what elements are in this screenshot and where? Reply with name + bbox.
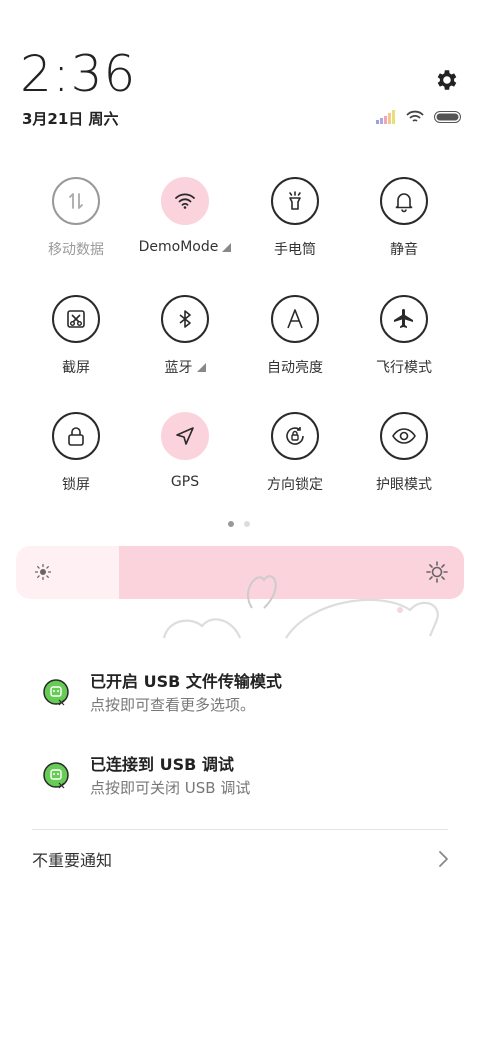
- clock: 2:36: [20, 45, 137, 103]
- rotation-lock-icon: [286, 427, 304, 445]
- bell-icon: [395, 193, 413, 213]
- tile-screenshot[interactable]: 截屏: [21, 295, 131, 391]
- notification-title: 已连接到 USB 调试: [90, 755, 234, 774]
- tile-gps[interactable]: GPS: [130, 412, 240, 508]
- notification-usb-debug[interactable]: 已连接到 USB 调试 点按即可关闭 USB 调试: [40, 751, 460, 811]
- eye-icon: [392, 428, 416, 444]
- mobile-data-icon: [69, 193, 83, 209]
- tile-label: 自动亮度: [267, 360, 323, 376]
- tile-airplane[interactable]: 飞行模式: [349, 295, 459, 391]
- notification-title: 已开启 USB 文件传输模式: [90, 672, 282, 691]
- tile-icon-bg: [161, 295, 209, 343]
- android-debug-icon: [43, 679, 69, 706]
- settings-button[interactable]: [430, 64, 462, 96]
- tile-icon-bg: [380, 177, 428, 225]
- flashlight-icon: [289, 191, 301, 210]
- tile-icon-bg: [52, 177, 100, 225]
- tile-icon-bg: [271, 177, 319, 225]
- tile-label: GPS: [170, 474, 200, 490]
- tile-icon-bg: [271, 412, 319, 460]
- tile-mobile-data[interactable]: 移动数据: [21, 177, 131, 273]
- tile-rotation-lock[interactable]: 方向锁定: [240, 412, 350, 508]
- auto-brightness-icon: [287, 309, 303, 329]
- tile-icon-bg: [52, 295, 100, 343]
- tile-label-text: DemoMode: [138, 239, 219, 255]
- tile-label: DemoMode: [139, 239, 232, 255]
- unimportant-notifications-label: 不重要通知: [32, 851, 113, 870]
- tile-icon-bg: [271, 295, 319, 343]
- android-debug-icon: [43, 762, 69, 789]
- tile-icon-bg: [380, 295, 428, 343]
- page-indicator: [228, 521, 250, 527]
- tile-label: 手电筒: [274, 242, 316, 258]
- brightness-low-icon: [34, 563, 52, 581]
- tile-bluetooth[interactable]: 蓝牙: [130, 295, 240, 391]
- control-center: 2:36 3月21日 周六 移动数据 DemoMode 手电筒 静音 截屏 蓝牙…: [0, 0, 480, 1040]
- date-label: 3月21日 周六: [22, 110, 119, 128]
- page-dot-active: [228, 521, 234, 527]
- expand-triangle-icon: [196, 362, 206, 372]
- lock-icon: [68, 427, 84, 446]
- notification-subtitle: 点按即可查看更多选项。: [90, 696, 256, 714]
- tile-label: 蓝牙: [165, 357, 206, 377]
- divider: [32, 829, 448, 830]
- bluetooth-icon: [179, 310, 191, 328]
- tile-flashlight[interactable]: 手电筒: [240, 177, 350, 273]
- unimportant-notifications-row[interactable]: 不重要通知: [32, 838, 450, 880]
- battery-icon: [434, 111, 461, 123]
- tile-icon-bg: [380, 412, 428, 460]
- tile-icon-bg: [161, 412, 209, 460]
- notification-usb-transfer[interactable]: 已开启 USB 文件传输模式 点按即可查看更多选项。: [40, 668, 460, 728]
- tile-label-text: 蓝牙: [164, 360, 193, 376]
- tile-icon-bg: [52, 412, 100, 460]
- screenshot-icon: [67, 310, 85, 328]
- tile-label: 静音: [390, 242, 418, 258]
- tile-mute[interactable]: 静音: [349, 177, 459, 273]
- gear-icon: [437, 70, 457, 90]
- tile-label: 锁屏: [62, 477, 90, 493]
- tile-auto-brightness[interactable]: 自动亮度: [240, 295, 350, 391]
- expand-triangle-icon: [222, 242, 232, 252]
- tile-label: 飞行模式: [376, 360, 432, 376]
- wifi-icon: [406, 110, 424, 122]
- status-bar: [376, 108, 462, 126]
- notification-subtitle: 点按即可关闭 USB 调试: [90, 779, 251, 797]
- wifi-icon: [175, 193, 195, 209]
- tile-label: 方向锁定: [267, 477, 323, 493]
- tile-eye-care[interactable]: 护眼模式: [349, 412, 459, 508]
- location-arrow-icon: [176, 427, 194, 445]
- tile-lock-screen[interactable]: 锁屏: [21, 412, 131, 508]
- tile-icon-bg: [161, 177, 209, 225]
- tile-wifi[interactable]: DemoMode: [130, 177, 240, 273]
- chevron-right-icon: [439, 851, 448, 867]
- tile-label: 移动数据: [48, 242, 104, 258]
- page-dot: [244, 521, 250, 527]
- signal-bars-icon: [376, 110, 395, 124]
- decorative-illustration: [162, 575, 439, 639]
- tile-label: 截屏: [62, 360, 90, 376]
- airplane-icon: [394, 309, 413, 328]
- tile-label: 护眼模式: [376, 477, 432, 493]
